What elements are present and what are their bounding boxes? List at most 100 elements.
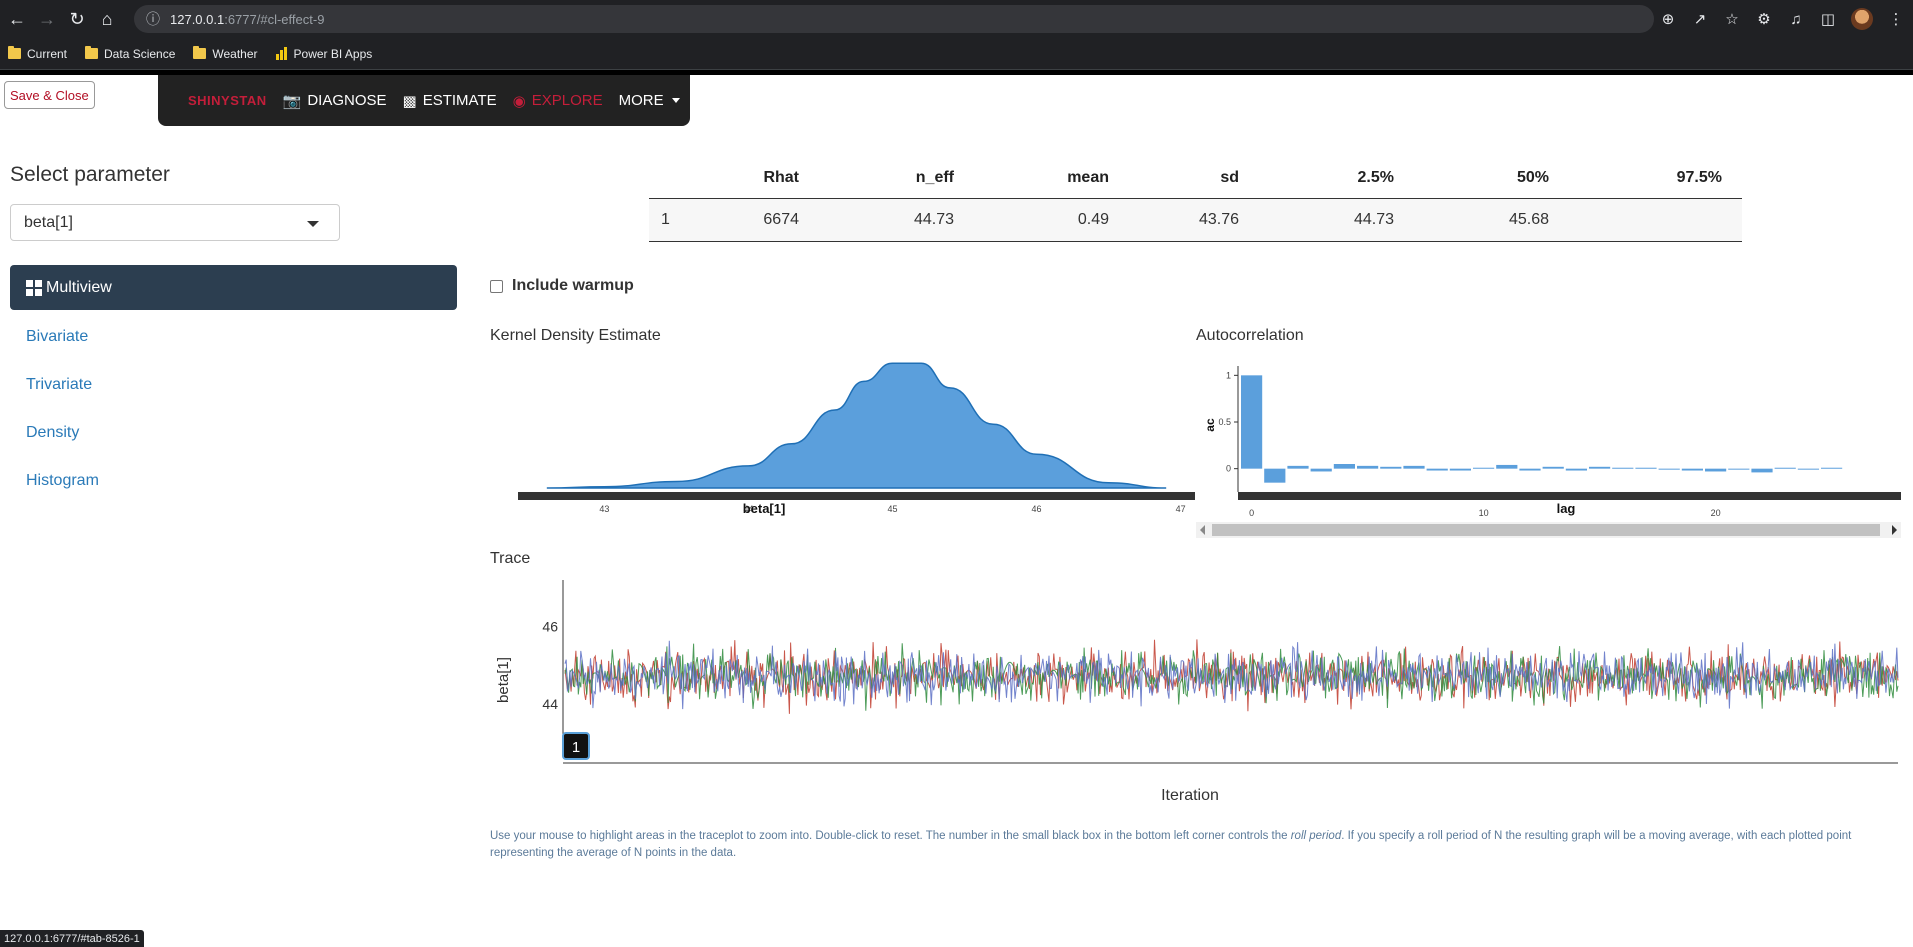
nav-explore[interactable]: ◉ EXPLORE	[513, 92, 603, 110]
media-icon[interactable]: ♫	[1787, 11, 1805, 28]
selected-parameter: beta[1]	[24, 213, 73, 231]
ac-bar	[1333, 464, 1355, 469]
ac-bar	[1241, 375, 1263, 469]
menu-histogram[interactable]: Histogram	[10, 457, 457, 505]
menu-kebab-icon[interactable]: ⋮	[1887, 10, 1905, 28]
trace-plot[interactable]: 44 46 beta[1] Iteration 1	[490, 575, 1903, 810]
home-icon[interactable]: ⌂	[94, 6, 120, 32]
kde-title: Kernel Density Estimate	[490, 327, 661, 344]
nav-diagnose[interactable]: 📷 DIAGNOSE	[283, 92, 387, 110]
ac-x-tick-label: 10	[1479, 508, 1489, 518]
trace-ylabel: beta[1]	[495, 657, 512, 703]
kde-tick-label: 46	[1032, 504, 1042, 514]
url-path: :6777/#cl-effect-9	[224, 11, 325, 27]
menu-multiview[interactable]: Multiview	[10, 265, 457, 310]
bookmark-data-science[interactable]: Data Science	[85, 46, 175, 61]
ac-x-tick-label: 20	[1711, 508, 1721, 518]
status-bar-url: 127.0.0.1:6777/#tab-8526-1	[0, 930, 144, 947]
ac-bar	[1821, 467, 1843, 469]
ac-bar	[1310, 468, 1332, 472]
reload-icon[interactable]: ↻	[64, 6, 90, 32]
brand-link[interactable]: SHINYSTAN	[188, 93, 267, 108]
ac-bar	[1589, 466, 1611, 469]
include-warmup-checkbox[interactable]: Include warmup	[490, 277, 634, 295]
table-cell	[1569, 198, 1742, 242]
bookmark-star-icon[interactable]: ☆	[1723, 10, 1741, 28]
nav-label: MORE	[618, 92, 664, 109]
ac-bar	[1797, 468, 1819, 470]
column-header	[649, 158, 709, 199]
shinystan-navbar: SHINYSTAN 📷 DIAGNOSE ▩ ESTIMATE ◉ EXPLORE M…	[158, 75, 690, 126]
grid-icon	[26, 279, 42, 296]
scroll-right-icon[interactable]	[1892, 525, 1897, 535]
kde-tick-label: 45	[888, 504, 898, 514]
menu-trivariate[interactable]: Trivariate	[10, 361, 457, 409]
autocorr-ylabel: ac	[1203, 418, 1217, 432]
ac-bar	[1357, 465, 1379, 469]
table-cell: 45.68	[1414, 198, 1569, 242]
checkbox-box[interactable]	[490, 279, 503, 293]
nav-label: ESTIMATE	[422, 92, 497, 109]
ac-y-tick-label: 1	[1226, 370, 1231, 380]
ac-axis-bar	[1238, 492, 1901, 500]
bookmark-current[interactable]: Current	[8, 46, 67, 61]
nav-label: DIAGNOSE	[307, 92, 387, 109]
checkbox-label: Include warmup	[512, 277, 634, 294]
forward-arrow-icon[interactable]: →	[34, 6, 60, 32]
ac-bar	[1264, 468, 1286, 483]
sidebar-title: Select parameter	[10, 163, 170, 186]
folder-icon	[193, 46, 207, 59]
eye-icon: ◉	[512, 92, 526, 110]
help-text-emphasis: roll period	[1290, 830, 1342, 842]
table-cell: 1	[649, 198, 709, 242]
menu-density[interactable]: Density	[10, 409, 457, 457]
nav-estimate[interactable]: ▩ ESTIMATE	[403, 92, 497, 110]
ac-bar	[1751, 468, 1773, 473]
ac-bar	[1542, 466, 1564, 469]
parameter-select[interactable]: beta[1]	[10, 204, 340, 241]
explore-menu: Multiview Bivariate Trivariate Density H…	[10, 265, 457, 505]
ac-bar	[1635, 467, 1657, 469]
ac-y-tick-label: 0.5	[1218, 417, 1231, 427]
save-close-button[interactable]: Save & Close	[4, 81, 95, 109]
browser-actions: ⊕ ↗ ☆ ⚙ ♫ ◫ ⋮	[1659, 0, 1905, 38]
folder-icon	[85, 46, 99, 59]
bookmark-weather[interactable]: Weather	[193, 46, 258, 61]
ac-bar	[1449, 468, 1471, 471]
summary-table: Rhat n_eff mean sd 2.5% 50% 97.5% 1 6674…	[649, 158, 1742, 242]
ac-bar	[1728, 468, 1750, 470]
back-arrow-icon[interactable]: ←	[4, 6, 30, 32]
kde-plot: 43 44 45 46 47 beta[1]	[518, 362, 1195, 516]
bookmarks-bar: Current Data Science Weather Power BI Ap…	[0, 38, 1913, 70]
table-header-row: Rhat n_eff mean sd 2.5% 50% 97.5%	[649, 158, 1742, 199]
ac-bar	[1658, 468, 1680, 470]
ac-bar	[1496, 464, 1518, 469]
url-host: 127.0.0.1	[170, 11, 225, 27]
kde-area	[546, 362, 1167, 489]
profile-avatar[interactable]	[1851, 8, 1873, 30]
table-row: 1 6674 44.73 0.49 43.76 44.73 45.68	[649, 198, 1742, 242]
autocorr-scrollbar[interactable]	[1196, 522, 1901, 538]
trace-xlabel: Iteration	[1161, 787, 1219, 804]
column-header: 50%	[1414, 158, 1569, 199]
bookmark-label: Power BI Apps	[293, 46, 373, 61]
extensions-icon[interactable]: ⚙	[1755, 10, 1773, 28]
ac-x-tick-label: 0	[1249, 508, 1254, 518]
kde-axis-bar	[518, 492, 1195, 500]
side-panel-icon[interactable]: ◫	[1819, 10, 1837, 28]
menu-bivariate[interactable]: Bivariate	[10, 313, 457, 361]
scrollbar-thumb[interactable]	[1212, 524, 1880, 536]
kde-tick-label: 47	[1176, 504, 1186, 514]
ac-bar	[1473, 467, 1495, 469]
nav-more-dropdown[interactable]: MORE	[619, 92, 680, 109]
address-bar[interactable]: ⓘ 127.0.0.1:6777/#cl-effect-9	[134, 5, 1654, 33]
zoom-icon[interactable]: ⊕	[1659, 10, 1677, 28]
ac-bar	[1681, 468, 1703, 471]
kde-xlabel: beta[1]	[743, 501, 786, 516]
share-icon[interactable]: ↗	[1691, 10, 1709, 28]
powerbi-icon	[275, 47, 288, 60]
scroll-left-icon[interactable]	[1200, 525, 1205, 535]
traceplot-help-text: Use your mouse to highlight areas in the…	[490, 828, 1900, 862]
site-info-icon[interactable]: ⓘ	[146, 9, 160, 29]
bookmark-power-bi-apps[interactable]: Power BI Apps	[275, 46, 373, 61]
